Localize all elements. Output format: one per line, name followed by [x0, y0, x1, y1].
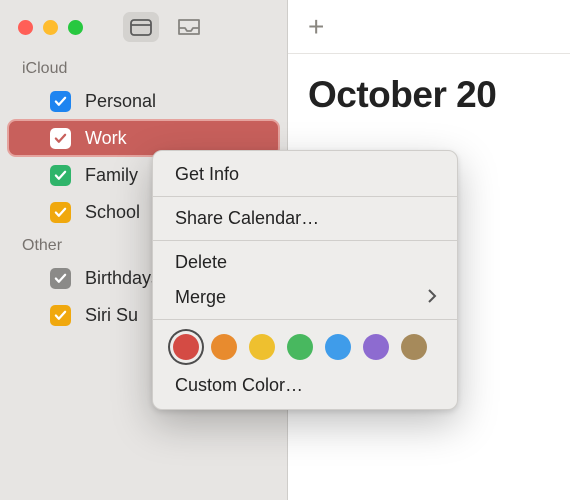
chevron-right-icon [427, 287, 437, 308]
calendar-label: Family [85, 165, 138, 186]
calendar-checkbox[interactable] [50, 128, 71, 149]
menu-item-label: Merge [175, 287, 226, 308]
calendar-label: Personal [85, 91, 156, 112]
maximize-window-button[interactable] [68, 20, 83, 35]
month-heading: October 20 [308, 74, 496, 116]
calendar-checkbox[interactable] [50, 202, 71, 223]
tray-icon [177, 18, 201, 36]
inbox-button[interactable] [171, 12, 207, 42]
calendars-toggle-button[interactable] [123, 12, 159, 42]
calendar-label: School [85, 202, 140, 223]
menu-item-merge[interactable]: Merge [153, 280, 457, 315]
check-icon [54, 309, 67, 322]
menu-item-delete[interactable]: Delete [153, 245, 457, 280]
close-window-button[interactable] [18, 20, 33, 35]
calendar-checkbox[interactable] [50, 268, 71, 289]
check-icon [54, 132, 67, 145]
color-swatch[interactable] [401, 334, 427, 360]
color-swatch[interactable] [249, 334, 275, 360]
menu-item-label: Get Info [175, 164, 239, 185]
calendar-row[interactable]: Personal [8, 83, 279, 119]
color-swatch[interactable] [363, 334, 389, 360]
calendar-label: Birthdays [85, 268, 160, 289]
menu-item-label: Custom Color… [175, 375, 303, 396]
calendar-checkbox[interactable] [50, 91, 71, 112]
check-icon [54, 95, 67, 108]
color-swatch[interactable] [173, 334, 199, 360]
window-controls [18, 20, 83, 35]
menu-separator [153, 240, 457, 241]
menu-item-label: Share Calendar… [175, 208, 319, 229]
check-icon [54, 169, 67, 182]
main-toolbar: + [288, 0, 570, 54]
menu-item-get-info[interactable]: Get Info [153, 157, 457, 192]
color-swatch-row [153, 324, 457, 368]
minimize-window-button[interactable] [43, 20, 58, 35]
menu-item-custom-color[interactable]: Custom Color… [153, 368, 457, 403]
menu-item-share-calendar[interactable]: Share Calendar… [153, 201, 457, 236]
calendar-checkbox[interactable] [50, 305, 71, 326]
check-icon [54, 206, 67, 219]
menu-item-label: Delete [175, 252, 227, 273]
calendar-label: Siri Su [85, 305, 138, 326]
check-icon [54, 272, 67, 285]
calendar-label: Work [85, 128, 127, 149]
menu-separator [153, 196, 457, 197]
color-swatch[interactable] [325, 334, 351, 360]
calendar-icon [130, 18, 152, 36]
color-swatch[interactable] [287, 334, 313, 360]
color-swatch[interactable] [211, 334, 237, 360]
titlebar [0, 0, 287, 54]
menu-separator [153, 319, 457, 320]
add-event-button[interactable]: + [308, 13, 324, 41]
calendar-checkbox[interactable] [50, 165, 71, 186]
section-header: iCloud [0, 54, 287, 80]
context-menu: Get Info Share Calendar… Delete Merge Cu… [152, 150, 458, 410]
